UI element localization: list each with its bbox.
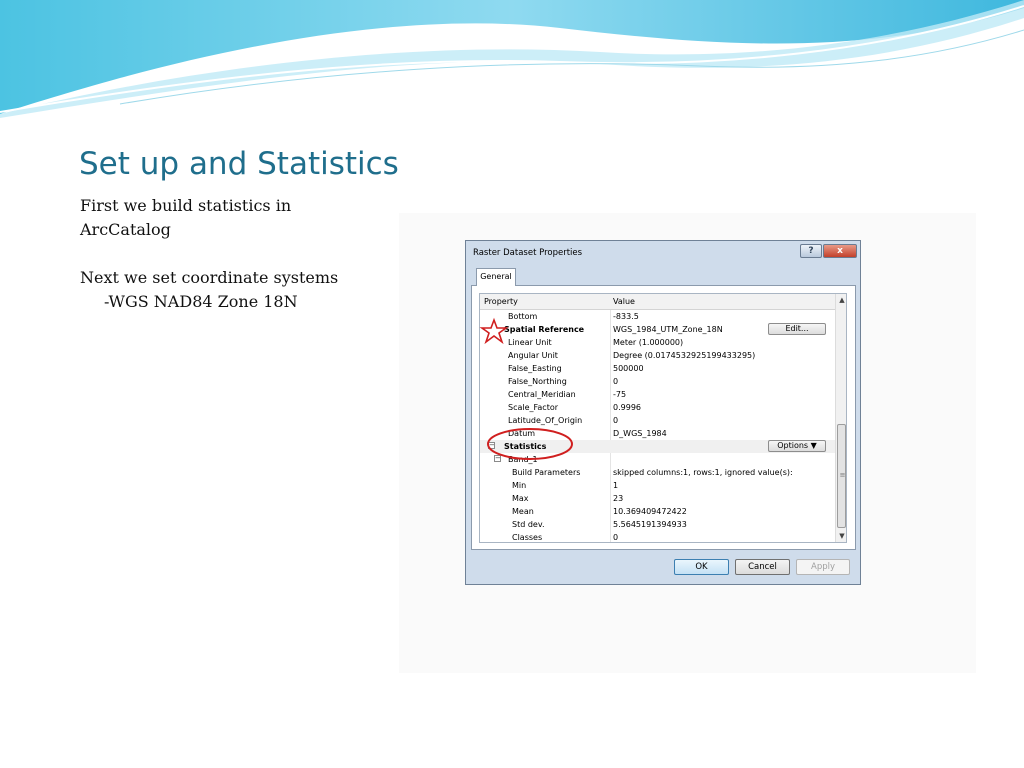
property-value: 1 [613, 481, 619, 490]
property-label: Min [512, 481, 527, 490]
collapse-band-icon[interactable]: − [494, 455, 501, 462]
collapse-statistics-icon[interactable]: − [488, 442, 495, 449]
property-value: D_WGS_1984 [613, 429, 667, 438]
property-label: Datum [508, 429, 536, 438]
property-label: False_Easting [508, 364, 562, 373]
dialog-title: Raster Dataset Properties [473, 248, 583, 258]
property-value: 0 [613, 416, 619, 425]
ok-button[interactable]: OK [674, 559, 729, 575]
property-value: 0 [613, 533, 619, 542]
edit-button[interactable]: Edit... [768, 323, 826, 335]
help-button[interactable]: ? [800, 244, 822, 258]
bullet-build-statistics: First we build statistics in ArcCatalog [80, 196, 292, 239]
triangle-down-icon[interactable]: ▼ [836, 530, 846, 542]
property-value: 10.369409472422 [613, 507, 687, 516]
row-central-meridian[interactable]: Central_Meridian -75 [480, 388, 835, 401]
property-value: 5.5645191394933 [613, 520, 687, 529]
row-min[interactable]: Min 1 [480, 479, 835, 492]
property-label: Statistics [504, 442, 547, 451]
property-value: Degree (0.0174532925199433295) [613, 351, 756, 360]
property-value: -833.5 [613, 312, 639, 321]
property-value: -75 [613, 390, 627, 399]
property-value: skipped columns:1, rows:1, ignored value… [613, 468, 793, 477]
row-band-1[interactable]: − Band_1 [480, 453, 835, 466]
property-value: 23 [613, 494, 624, 503]
row-false-northing[interactable]: False_Northing 0 [480, 375, 835, 388]
header-value: Value [613, 297, 635, 306]
general-panel: Property Value Bottom -833.5 Spatial Ref… [471, 285, 856, 550]
property-value: 0.9996 [613, 403, 641, 412]
property-label: False_Northing [508, 377, 567, 386]
property-label: Band_1 [508, 455, 538, 464]
close-button[interactable]: x [823, 244, 857, 258]
triangle-up-icon[interactable]: ▲ [836, 294, 846, 306]
row-std-dev[interactable]: Std dev. 5.5645191394933 [480, 518, 835, 531]
cancel-button[interactable]: Cancel [735, 559, 790, 575]
raster-dataset-properties-dialog: Raster Dataset Properties ? x General Pr… [465, 240, 861, 585]
property-label: Scale_Factor [508, 403, 559, 412]
row-max[interactable]: Max 23 [480, 492, 835, 505]
row-datum[interactable]: Datum D_WGS_1984 [480, 427, 835, 440]
row-scale-factor[interactable]: Scale_Factor 0.9996 [480, 401, 835, 414]
row-classes[interactable]: Classes 0 [480, 531, 835, 542]
row-mean[interactable]: Mean 10.369409472422 [480, 505, 835, 518]
row-statistics[interactable]: − Statistics Options ▼ [480, 440, 835, 453]
row-bottom[interactable]: Bottom -833.5 [480, 310, 835, 323]
tab-general[interactable]: General [476, 268, 516, 286]
property-label: Central_Meridian [508, 390, 576, 399]
row-spatial-reference[interactable]: Spatial Reference WGS_1984_UTM_Zone_18N … [480, 323, 835, 336]
property-label: Std dev. [512, 520, 545, 529]
property-label: Mean [512, 507, 534, 516]
property-value: Meter (1.000000) [613, 338, 684, 347]
row-build-parameters[interactable]: Build Parameters skipped columns:1, rows… [480, 466, 835, 479]
header-property: Property [484, 297, 518, 306]
property-grid: Property Value Bottom -833.5 Spatial Ref… [479, 293, 847, 543]
row-linear-unit[interactable]: Linear Unit Meter (1.000000) [480, 336, 835, 349]
property-label: Classes [512, 533, 543, 542]
scrollbar-thumb[interactable]: ≡ [837, 424, 846, 528]
apply-button[interactable]: Apply [796, 559, 850, 575]
property-value: WGS_1984_UTM_Zone_18N [613, 325, 723, 334]
bullet-wgs-zone: -WGS NAD84 Zone 18N [104, 292, 298, 311]
header-wave-decoration [0, 0, 1024, 118]
property-label: Max [512, 494, 529, 503]
row-angular-unit[interactable]: Angular Unit Degree (0.01745329251994332… [480, 349, 835, 362]
property-value: 0 [613, 377, 619, 386]
property-label: Bottom [508, 312, 538, 321]
property-value: 500000 [613, 364, 644, 373]
property-label: Spatial Reference [504, 325, 585, 334]
bullet-coordinate-systems: Next we set coordinate systems [80, 268, 339, 287]
property-label: Linear Unit [508, 338, 552, 347]
grip-icon: ≡ [839, 471, 846, 479]
vertical-scrollbar[interactable]: ▲ ≡ ▼ [835, 294, 846, 542]
grid-header: Property Value [480, 294, 835, 310]
property-label: Build Parameters [512, 468, 581, 477]
property-label: Latitude_Of_Origin [508, 416, 583, 425]
options-dropdown-button[interactable]: Options ▼ [768, 440, 826, 452]
row-latitude-of-origin[interactable]: Latitude_Of_Origin 0 [480, 414, 835, 427]
property-label: Angular Unit [508, 351, 558, 360]
bullet-list: First we build statistics in ArcCatalog … [80, 194, 380, 314]
row-false-easting[interactable]: False_Easting 500000 [480, 362, 835, 375]
slide-title: Set up and Statistics [79, 146, 399, 182]
